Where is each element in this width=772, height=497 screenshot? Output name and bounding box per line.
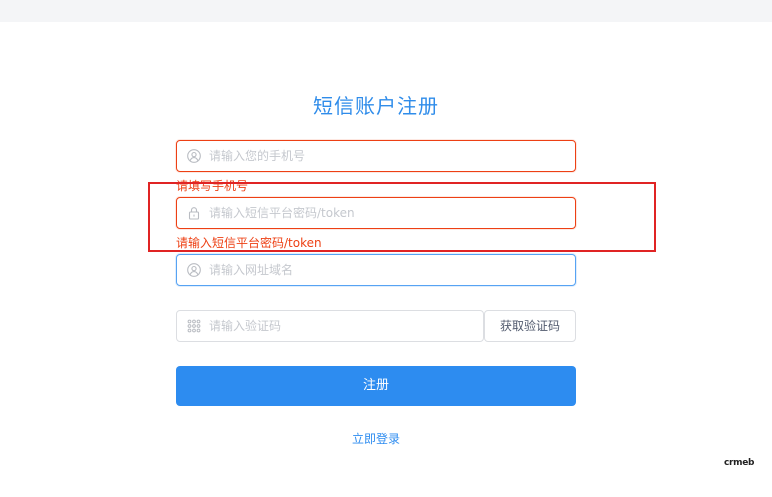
password-field[interactable] — [176, 197, 576, 229]
login-link[interactable]: 立即登录 — [0, 430, 752, 447]
phone-error-message: 请填写手机号 — [176, 179, 249, 193]
user-icon — [187, 263, 201, 277]
domain-field[interactable] — [176, 254, 576, 286]
password-error-message: 请输入短信平台密码/token — [176, 236, 322, 250]
password-input[interactable] — [209, 198, 564, 228]
register-button[interactable]: 注册 — [176, 366, 576, 406]
get-code-button[interactable]: 获取验证码 — [484, 310, 576, 342]
verification-code-input[interactable] — [209, 311, 474, 341]
user-icon — [187, 149, 201, 163]
crmeb-logo: crmeb — [724, 458, 755, 468]
phone-input[interactable] — [209, 141, 564, 171]
lock-icon — [188, 207, 200, 220]
page-title: 短信账户注册 — [313, 94, 439, 118]
phone-field[interactable] — [176, 140, 576, 172]
verification-code-field[interactable] — [176, 310, 484, 342]
domain-input[interactable] — [209, 255, 564, 285]
grid-icon — [187, 319, 201, 333]
top-bar — [0, 0, 772, 22]
